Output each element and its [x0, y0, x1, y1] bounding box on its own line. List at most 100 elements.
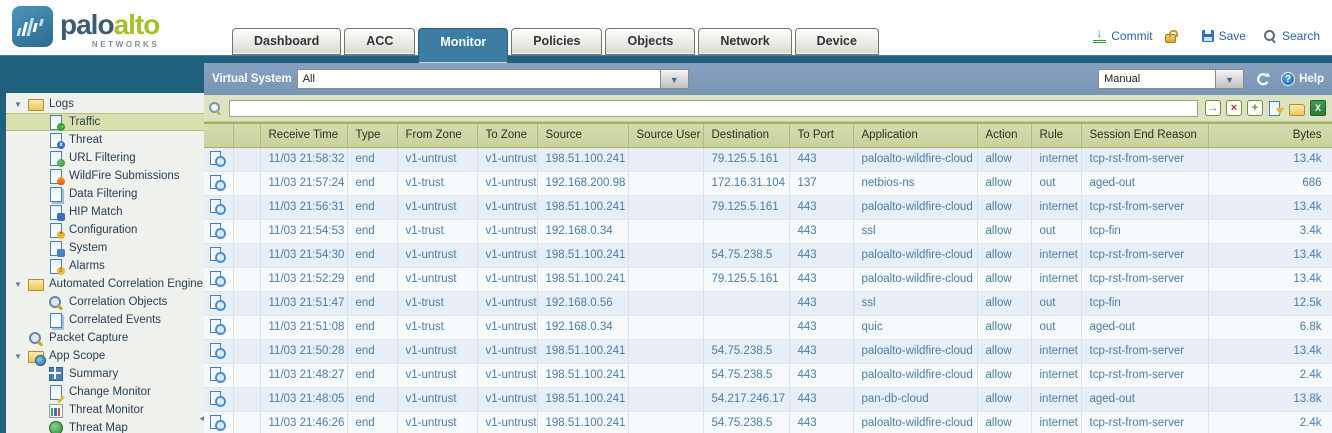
cell-rule: internet: [1031, 411, 1081, 433]
add-filter-icon[interactable]: +: [1247, 100, 1263, 116]
log-row[interactable]: 11/03 21:56:31 end v1-untrust v1-untrust…: [204, 195, 1332, 219]
column-header[interactable]: Application: [853, 123, 977, 147]
search-button[interactable]: Search: [1264, 29, 1320, 43]
load-filter-icon[interactable]: [1289, 104, 1305, 116]
cell-application: paloalto-wildfire-cloud: [853, 147, 977, 171]
log-row[interactable]: 11/03 21:51:47 end v1-trust v1-untrust 1…: [204, 291, 1332, 315]
column-header[interactable]: Type: [347, 123, 397, 147]
clear-filter-icon[interactable]: ×: [1226, 100, 1242, 116]
column-header[interactable]: Source User: [628, 123, 703, 147]
cell-source: 198.51.100.241: [537, 267, 628, 291]
apply-filter-icon[interactable]: →: [1205, 100, 1221, 116]
cell-application: paloalto-wildfire-cloud: [853, 339, 977, 363]
sidebar-item-data-filtering[interactable]: Data Filtering: [6, 185, 204, 203]
log-row[interactable]: 11/03 21:57:24 end v1-trust v1-untrust 1…: [204, 171, 1332, 195]
log-row[interactable]: 11/03 21:46:26 end v1-untrust v1-untrust…: [204, 411, 1332, 433]
expand-arrow-icon[interactable]: [14, 100, 28, 109]
tab-device[interactable]: Device: [795, 28, 879, 55]
sidebar-item-configuration[interactable]: Configuration: [6, 221, 204, 239]
sidebar-item-logs[interactable]: Logs: [6, 95, 204, 113]
sidebar-item-change-monitor[interactable]: Change Monitor: [6, 383, 204, 401]
sidebar-item-correlated-events[interactable]: Correlated Events: [6, 311, 204, 329]
refresh-interval-select[interactable]: Manual: [1098, 69, 1244, 89]
tab-acc[interactable]: ACC: [344, 28, 415, 55]
column-header[interactable]: From Zone: [397, 123, 477, 147]
log-detail-icon[interactable]: [210, 247, 226, 263]
tab-monitor[interactable]: Monitor: [418, 28, 508, 63]
sidebar-item-automated-correlation-engine[interactable]: Automated Correlation Engine: [6, 275, 204, 293]
paloalto-logo-icon: [12, 6, 53, 47]
log-row[interactable]: 11/03 21:54:53 end v1-trust v1-untrust 1…: [204, 219, 1332, 243]
sidebar-item-threat[interactable]: Threat: [6, 131, 204, 149]
cell-application: netbios-ns: [853, 171, 977, 195]
tab-objects[interactable]: Objects: [605, 28, 695, 55]
cell-source: 192.168.0.34: [537, 219, 628, 243]
log-detail-icon[interactable]: [210, 271, 226, 287]
tab-dashboard[interactable]: Dashboard: [232, 28, 341, 55]
expand-arrow-icon[interactable]: [14, 280, 28, 289]
sidebar-item-packet-capture[interactable]: Packet Capture: [6, 329, 204, 347]
cell-application: paloalto-wildfire-cloud: [853, 363, 977, 387]
log-detail-icon[interactable]: [210, 391, 226, 407]
expand-arrow-icon[interactable]: [14, 352, 28, 361]
sidebar-item-hip-match[interactable]: HIP Match: [6, 203, 204, 221]
export-csv-icon[interactable]: X: [1310, 100, 1326, 116]
tree-item-label: HIP Match: [69, 206, 122, 218]
sidebar-item-correlation-objects[interactable]: Correlation Objects: [6, 293, 204, 311]
sidebar-item-summary[interactable]: Summary: [6, 365, 204, 383]
sidebar-collapse-handle[interactable]: ◂: [199, 413, 204, 424]
column-header[interactable]: Action: [977, 123, 1031, 147]
cell-type: end: [347, 387, 397, 411]
log-filter-input[interactable]: [229, 100, 1198, 117]
log-detail-icon[interactable]: [210, 415, 226, 431]
cell-action: allow: [977, 243, 1031, 267]
dropdown-arrow-icon[interactable]: [661, 69, 689, 89]
help-icon: [1281, 72, 1295, 86]
virtual-system-select[interactable]: All: [297, 69, 689, 89]
log-detail-icon[interactable]: [210, 295, 226, 311]
lock-icon[interactable]: [1165, 34, 1176, 43]
log-detail-icon[interactable]: [210, 151, 226, 167]
column-header[interactable]: To Port: [789, 123, 853, 147]
log-detail-icon[interactable]: [210, 367, 226, 383]
cell-receive-time: 11/03 21:56:31: [260, 195, 347, 219]
column-header[interactable]: Bytes: [1208, 123, 1332, 147]
sidebar-item-app-scope[interactable]: App Scope: [6, 347, 204, 365]
log-row[interactable]: 11/03 21:48:05 end v1-untrust v1-untrust…: [204, 387, 1332, 411]
log-row[interactable]: 11/03 21:51:08 end v1-trust v1-untrust 1…: [204, 315, 1332, 339]
tab-policies[interactable]: Policies: [511, 28, 602, 55]
column-header[interactable]: Source: [537, 123, 628, 147]
column-header[interactable]: To Zone: [477, 123, 537, 147]
log-detail-icon[interactable]: [210, 343, 226, 359]
column-header[interactable]: Destination: [703, 123, 789, 147]
refresh-icon[interactable]: [1254, 71, 1271, 87]
cell-bytes: 13.8k: [1208, 387, 1332, 411]
help-button[interactable]: Help: [1281, 72, 1324, 86]
log-detail-icon[interactable]: [210, 319, 226, 335]
log-row[interactable]: 11/03 21:48:27 end v1-untrust v1-untrust…: [204, 363, 1332, 387]
dropdown-arrow-icon[interactable]: [1216, 69, 1244, 89]
log-row[interactable]: 11/03 21:54:30 end v1-untrust v1-untrust…: [204, 243, 1332, 267]
log-detail-icon[interactable]: [210, 223, 226, 239]
sidebar-item-threat-map[interactable]: Threat Map: [6, 419, 204, 433]
column-header[interactable]: Session End Reason: [1081, 123, 1208, 147]
sidebar-item-wildfire-submissions[interactable]: WildFire Submissions: [6, 167, 204, 185]
save-button[interactable]: Save: [1202, 29, 1246, 43]
tab-network[interactable]: Network: [698, 28, 791, 55]
column-header[interactable]: Receive Time: [260, 123, 347, 147]
column-header[interactable]: Rule: [1031, 123, 1081, 147]
sidebar-item-threat-monitor[interactable]: Threat Monitor: [6, 401, 204, 419]
save-filter-icon[interactable]: [1268, 100, 1284, 116]
log-detail-icon[interactable]: [210, 199, 226, 215]
commit-button[interactable]: Commit: [1093, 29, 1152, 43]
sidebar-item-traffic[interactable]: Traffic: [6, 113, 204, 131]
cell-from-zone: v1-untrust: [397, 243, 477, 267]
sidebar-item-system[interactable]: System: [6, 239, 204, 257]
log-row[interactable]: 11/03 21:58:32 end v1-untrust v1-untrust…: [204, 147, 1332, 171]
logs-folder-icon: [28, 97, 44, 112]
log-row[interactable]: 11/03 21:50:28 end v1-untrust v1-untrust…: [204, 339, 1332, 363]
sidebar-item-url-filtering[interactable]: URL Filtering: [6, 149, 204, 167]
sidebar-item-alarms[interactable]: Alarms: [6, 257, 204, 275]
log-detail-icon[interactable]: [210, 175, 226, 191]
log-row[interactable]: 11/03 21:52:29 end v1-untrust v1-untrust…: [204, 267, 1332, 291]
